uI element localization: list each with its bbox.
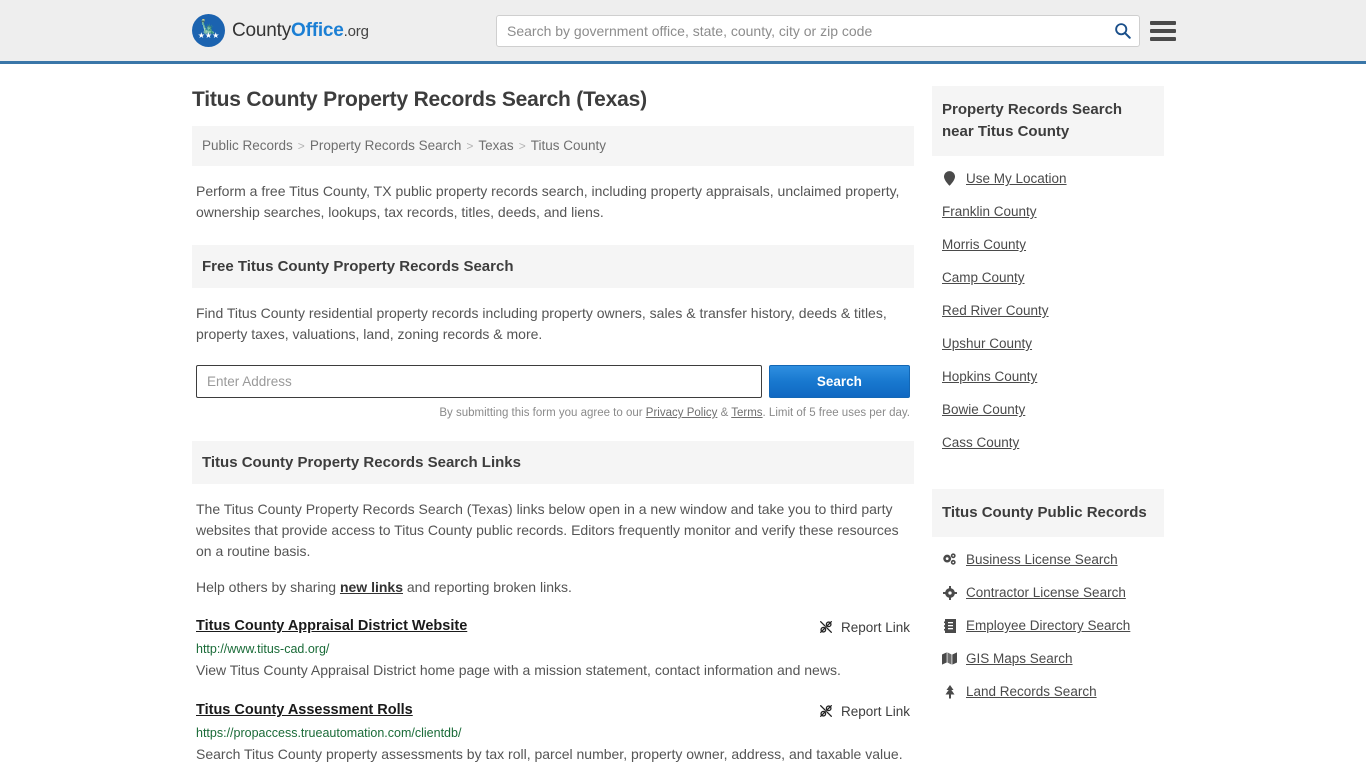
public-records-panel-heading: Titus County Public Records bbox=[932, 489, 1164, 537]
result-link-url: https://propaccess.trueautomation.com/cl… bbox=[196, 726, 462, 740]
result-link-description: Search Titus County property assessments… bbox=[196, 746, 903, 762]
sidebar-link-land-records-search[interactable]: Land Records Search bbox=[966, 684, 1097, 699]
sidebar-link-business-license-search[interactable]: Business License Search bbox=[966, 552, 1118, 567]
breadcrumb-separator: > bbox=[466, 139, 474, 153]
sidebar-item-gis-maps-search[interactable]: GIS Maps Search bbox=[942, 642, 1154, 675]
nearby-list: Use My Location Franklin County Morris C… bbox=[932, 156, 1164, 459]
sidebar-link-employee-directory-search[interactable]: Employee Directory Search bbox=[966, 618, 1130, 633]
sidebar-item-franklin-county[interactable]: Franklin County bbox=[942, 195, 1154, 228]
breadcrumb-item-titus-county[interactable]: Titus County bbox=[531, 138, 606, 153]
list-item: Titus County Assessment Rolls Report Lin… bbox=[192, 702, 914, 766]
free-search-description: Find Titus County residential property r… bbox=[196, 305, 887, 342]
sidebar-item-upshur-county[interactable]: Upshur County bbox=[942, 327, 1154, 360]
result-link-title[interactable]: Titus County Assessment Rolls bbox=[196, 702, 413, 718]
address-book-icon bbox=[942, 618, 957, 633]
public-records-list: Business License Search Contractor Licen… bbox=[932, 537, 1164, 708]
breadcrumb-separator: > bbox=[297, 139, 305, 153]
terms-link[interactable]: Terms bbox=[731, 407, 762, 419]
sidebar-item-camp-county[interactable]: Camp County bbox=[942, 261, 1154, 294]
nearby-panel: Property Records Search near Titus Count… bbox=[932, 86, 1164, 459]
disclaimer-suffix: . Limit of 5 free uses per day. bbox=[762, 407, 910, 419]
tree-icon bbox=[942, 684, 957, 699]
sidebar-link-bowie-county[interactable]: Bowie County bbox=[942, 402, 1025, 417]
breadcrumb-item-texas[interactable]: Texas bbox=[478, 138, 513, 153]
sidebar-item-land-records-search[interactable]: Land Records Search bbox=[942, 675, 1154, 708]
help-suffix: and reporting broken links. bbox=[403, 579, 572, 595]
sidebar-link-hopkins-county[interactable]: Hopkins County bbox=[942, 369, 1037, 384]
report-link-label: Report Link bbox=[840, 703, 910, 719]
sidebar-link-cass-county[interactable]: Cass County bbox=[942, 435, 1019, 450]
sidebar-item-morris-county[interactable]: Morris County bbox=[942, 228, 1154, 261]
site-header: 🗽 ★★★ CountyOffice.org bbox=[0, 0, 1366, 64]
help-share-text: Help others by sharing new links and rep… bbox=[192, 577, 914, 598]
brand-part-3: .org bbox=[343, 22, 369, 40]
report-link-button[interactable]: Report Link bbox=[818, 618, 910, 635]
sidebar-link-use-my-location[interactable]: Use My Location bbox=[966, 171, 1067, 186]
sidebar-link-camp-county[interactable]: Camp County bbox=[942, 270, 1025, 285]
search-input[interactable] bbox=[497, 15, 1105, 46]
eagle-seal-icon: 🗽 ★★★ bbox=[192, 14, 225, 47]
address-input[interactable] bbox=[196, 365, 762, 398]
help-prefix: Help others by sharing bbox=[196, 579, 340, 595]
list-item: Titus County Appraisal District Website … bbox=[192, 618, 914, 682]
brand-part-1: County bbox=[232, 19, 292, 41]
result-link-url: http://www.titus-cad.org/ bbox=[196, 642, 330, 656]
main-column: Titus County Property Records Search (Te… bbox=[192, 64, 914, 766]
broken-link-icon bbox=[819, 705, 832, 717]
sidebar-link-contractor-license-search[interactable]: Contractor License Search bbox=[966, 585, 1126, 600]
search-button[interactable] bbox=[1105, 16, 1139, 46]
broken-link-icon bbox=[819, 621, 832, 633]
breadcrumb-item-property-records-search[interactable]: Property Records Search bbox=[310, 138, 462, 153]
brand-wordmark: CountyOffice.org bbox=[232, 20, 369, 42]
nearby-panel-heading: Property Records Search near Titus Count… bbox=[932, 86, 1164, 156]
map-icon bbox=[942, 652, 957, 665]
cogs-icon bbox=[942, 552, 957, 567]
free-search-heading: Free Titus County Property Records Searc… bbox=[192, 245, 914, 288]
global-search bbox=[496, 14, 1140, 47]
form-disclaimer: By submitting this form you agree to our… bbox=[192, 407, 914, 419]
intro-paragraph: Perform a free Titus County, TX public p… bbox=[196, 183, 900, 220]
public-records-panel: Titus County Public Records Business Lic… bbox=[932, 489, 1164, 708]
sidebar-link-upshur-county[interactable]: Upshur County bbox=[942, 336, 1032, 351]
breadcrumb: Public Records > Property Records Search > T… bbox=[192, 126, 914, 166]
sidebar-link-franklin-county[interactable]: Franklin County bbox=[942, 204, 1037, 219]
search-icon bbox=[1114, 23, 1131, 39]
sidebar-link-morris-county[interactable]: Morris County bbox=[942, 237, 1026, 252]
sidebar-item-employee-directory-search[interactable]: Employee Directory Search bbox=[942, 609, 1154, 642]
panel-spacer bbox=[932, 463, 1164, 489]
brand-part-2: Office bbox=[291, 19, 344, 41]
sidebar: Property Records Search near Titus Count… bbox=[932, 64, 1164, 712]
hamburger-menu-icon[interactable] bbox=[1150, 20, 1176, 41]
page-body: Titus County Property Records Search (Te… bbox=[0, 64, 1366, 766]
result-link-description: View Titus County Appraisal District hom… bbox=[196, 662, 841, 678]
address-search-form: Search bbox=[192, 365, 914, 398]
map-pin-icon bbox=[942, 171, 957, 186]
sidebar-link-red-river-county[interactable]: Red River County bbox=[942, 303, 1049, 318]
result-link-title[interactable]: Titus County Appraisal District Website bbox=[196, 618, 467, 634]
page-title: Titus County Property Records Search (Te… bbox=[192, 88, 647, 111]
links-section-description: The Titus County Property Records Search… bbox=[196, 501, 899, 559]
breadcrumb-item-public-records[interactable]: Public Records bbox=[202, 138, 293, 153]
sidebar-item-hopkins-county[interactable]: Hopkins County bbox=[942, 360, 1154, 393]
sidebar-item-bowie-county[interactable]: Bowie County bbox=[942, 393, 1154, 426]
sidebar-link-gis-maps-search[interactable]: GIS Maps Search bbox=[966, 651, 1073, 666]
report-link-button[interactable]: Report Link bbox=[818, 702, 910, 719]
report-link-label: Report Link bbox=[840, 619, 910, 635]
link-header-row: Titus County Assessment Rolls Report Lin… bbox=[196, 702, 910, 719]
disclaimer-amp: & bbox=[717, 407, 732, 419]
link-header-row: Titus County Appraisal District Website … bbox=[196, 618, 910, 635]
sidebar-item-contractor-license-search[interactable]: Contractor License Search bbox=[942, 576, 1154, 609]
address-search-button[interactable]: Search bbox=[768, 365, 910, 398]
site-logo[interactable]: 🗽 ★★★ CountyOffice.org bbox=[192, 14, 369, 47]
gear-icon bbox=[942, 585, 957, 600]
breadcrumb-separator: > bbox=[518, 139, 526, 153]
sidebar-item-business-license-search[interactable]: Business License Search bbox=[942, 543, 1154, 576]
links-section-heading: Titus County Property Records Search Lin… bbox=[192, 441, 914, 484]
sidebar-item-cass-county[interactable]: Cass County bbox=[942, 426, 1154, 459]
sidebar-item-use-my-location[interactable]: Use My Location bbox=[942, 162, 1154, 195]
sidebar-item-red-river-county[interactable]: Red River County bbox=[942, 294, 1154, 327]
new-links-link[interactable]: new links bbox=[340, 579, 403, 595]
disclaimer-prefix: By submitting this form you agree to our bbox=[439, 407, 646, 419]
privacy-policy-link[interactable]: Privacy Policy bbox=[646, 407, 718, 419]
